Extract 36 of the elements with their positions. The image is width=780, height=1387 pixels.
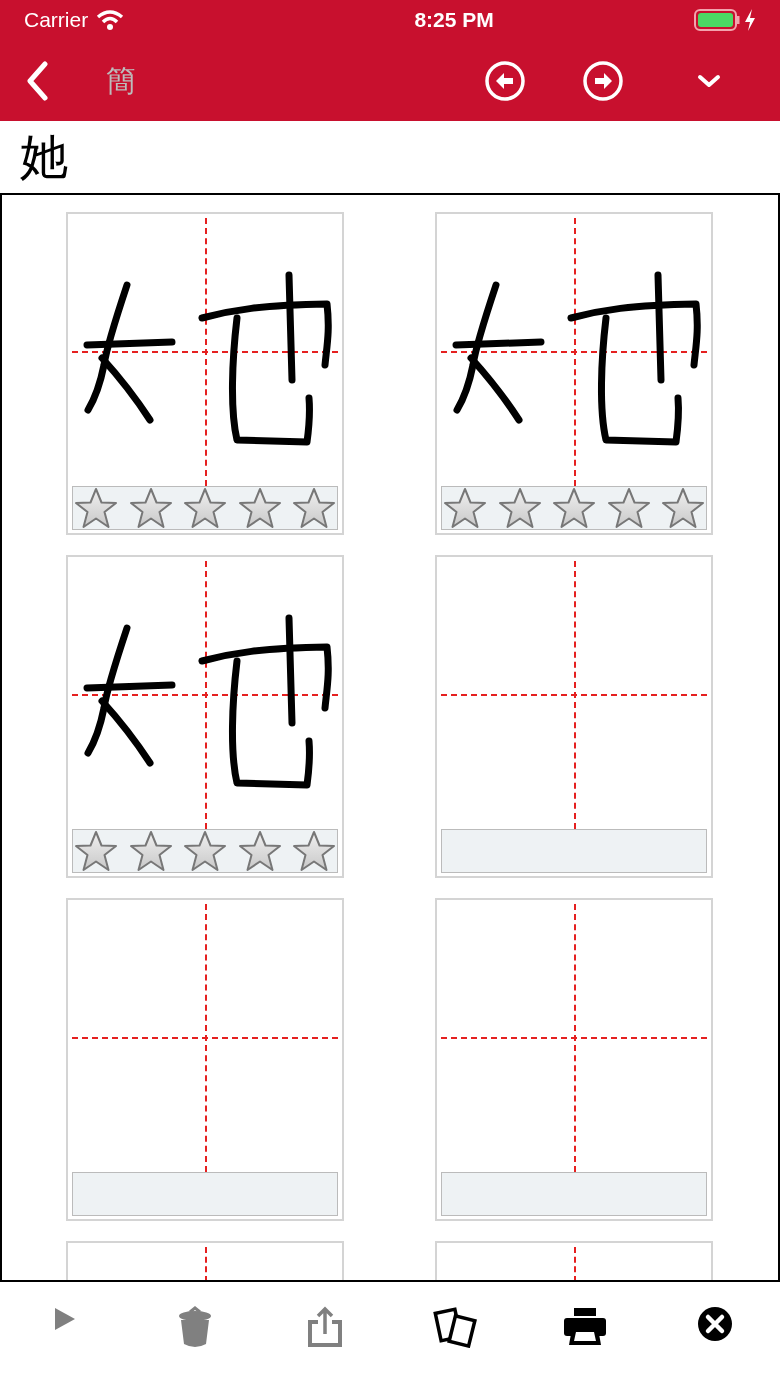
star-icon [237, 487, 282, 529]
rating-bar[interactable] [72, 486, 338, 530]
previous-icon[interactable] [484, 59, 526, 102]
guide-line [205, 1247, 207, 1280]
status-time: 8:25 PM [414, 7, 494, 34]
star-icon [237, 830, 282, 872]
charging-icon [744, 9, 756, 31]
printer-icon[interactable] [563, 1306, 607, 1346]
star-icon [183, 830, 227, 872]
star-icon [292, 830, 336, 872]
star-icon [552, 487, 596, 529]
practice-card[interactable] [66, 555, 344, 878]
rating-bar[interactable] [441, 486, 707, 530]
star-icon [74, 830, 118, 872]
star-icon [443, 487, 487, 529]
script-toggle[interactable]: 簡 [106, 58, 136, 103]
star-icon [292, 487, 336, 529]
star-icon [497, 487, 542, 529]
chevron-down-icon[interactable] [697, 73, 721, 88]
star-icon [661, 487, 705, 529]
rating-bar[interactable] [72, 829, 338, 873]
star-icon [74, 487, 118, 529]
practice-card[interactable] [435, 212, 713, 535]
cards-icon[interactable] [433, 1306, 477, 1348]
practice-card[interactable] [66, 212, 344, 535]
battery-icon [694, 9, 740, 31]
wifi-icon [96, 10, 125, 30]
carrier-label: Carrier [24, 7, 89, 34]
close-icon[interactable] [697, 1306, 733, 1342]
star-icon [128, 830, 173, 872]
star-icon [606, 487, 651, 529]
star-icon [183, 487, 227, 529]
character-title: 她 [20, 133, 68, 181]
guide-line [574, 1247, 576, 1280]
next-icon[interactable] [582, 59, 624, 102]
star-icon [128, 487, 173, 529]
